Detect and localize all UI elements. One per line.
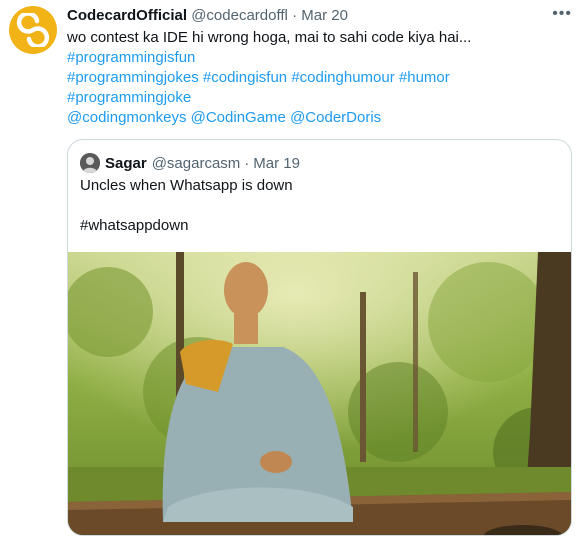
sagar-avatar[interactable]	[80, 153, 100, 173]
person-avatar-icon	[80, 153, 100, 173]
tweet-body: wo contest ka IDE hi wrong hoga, mai to …	[67, 29, 472, 46]
hashtag-line-2: #programmingjokes #codingisfun #codinghu…	[67, 68, 567, 88]
quoted-line-2	[80, 196, 293, 216]
tweet-header: CodecardOfficial @codecardoffl · Mar 20	[67, 7, 574, 25]
tweet-date[interactable]: Mar 20	[301, 7, 348, 24]
hashtag-link[interactable]: #programmingisfun	[67, 49, 195, 66]
author-name[interactable]: CodecardOfficial	[67, 7, 187, 24]
more-horizontal-icon: •••	[552, 5, 572, 22]
quoted-author-handle[interactable]: @sagarcasm	[152, 155, 241, 172]
mention-link[interactable]: @codingmonkeys	[67, 109, 186, 126]
codecard-logo-icon	[16, 13, 50, 47]
tweet-text: wo contest ka IDE hi wrong hoga, mai to …	[67, 28, 567, 128]
hashtag-line-1: #programmingisfun	[67, 48, 567, 68]
mention-line: @codingmonkeys @CodinGame @CoderDoris	[67, 108, 567, 128]
hashtag-link[interactable]: #codinghumour	[291, 69, 394, 86]
separator-dot: ·	[244, 154, 250, 172]
hashtag-link[interactable]: #humor	[399, 69, 450, 86]
quoted-tweet-date[interactable]: Mar 19	[253, 155, 300, 172]
codecard-avatar[interactable]	[9, 6, 57, 54]
mention-link[interactable]: @CodinGame	[191, 109, 286, 126]
hashtag-link[interactable]: #programmingjokes	[67, 69, 199, 86]
mention-link[interactable]: @CoderDoris	[290, 109, 381, 126]
author-handle[interactable]: @codecardoffl	[191, 7, 288, 24]
quoted-tweet[interactable]: Sagar @sagarcasm · Mar 19 Uncles when Wh…	[67, 139, 572, 536]
hashtag-link[interactable]: #programmingjoke	[67, 89, 191, 106]
hashtag-link[interactable]: #codingisfun	[203, 69, 287, 86]
quoted-tweet-header: Sagar @sagarcasm · Mar 19	[80, 153, 300, 173]
more-options-button[interactable]: •••	[552, 5, 572, 23]
quoted-author-name[interactable]: Sagar	[105, 155, 147, 172]
separator-dot: ·	[292, 7, 298, 24]
monk-meditating-image	[68, 252, 571, 535]
quoted-line-1: Uncles when Whatsapp is down	[80, 177, 293, 194]
quoted-tweet-photo[interactable]	[68, 252, 571, 535]
quoted-tweet-text: Uncles when Whatsapp is down #whatsappdo…	[80, 176, 293, 236]
hashtag-line-3: #programmingjoke	[67, 88, 567, 108]
quoted-line-3: #whatsappdown	[80, 217, 189, 234]
